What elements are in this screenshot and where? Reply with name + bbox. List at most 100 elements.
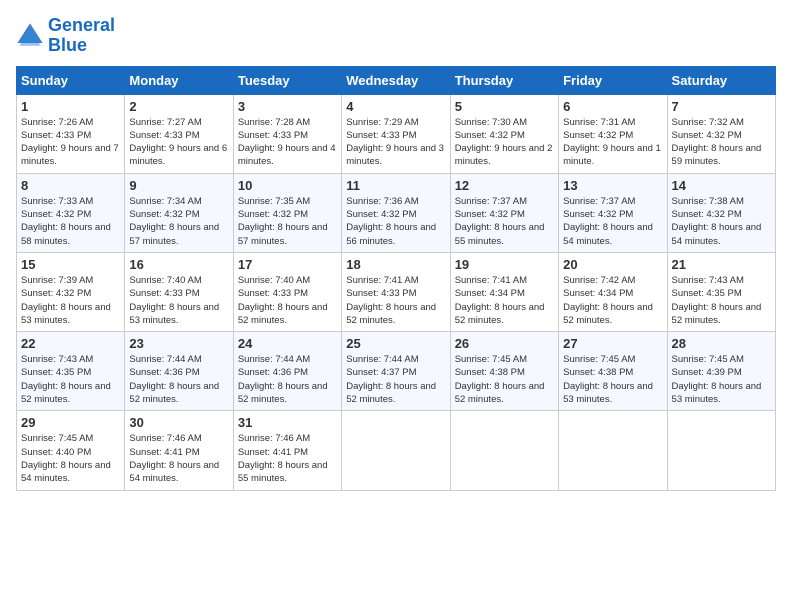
logo-text: General Blue: [48, 16, 115, 56]
day-cell: 4 Sunrise: 7:29 AM Sunset: 4:33 PM Dayli…: [342, 94, 450, 173]
day-number: 30: [129, 415, 228, 430]
day-number: 6: [563, 99, 662, 114]
day-number: 13: [563, 178, 662, 193]
logo: General Blue: [16, 16, 115, 56]
day-cell: 2 Sunrise: 7:27 AM Sunset: 4:33 PM Dayli…: [125, 94, 233, 173]
day-number: 2: [129, 99, 228, 114]
day-info: Sunrise: 7:40 AM Sunset: 4:33 PM Dayligh…: [129, 274, 228, 327]
day-number: 23: [129, 336, 228, 351]
day-number: 3: [238, 99, 337, 114]
day-number: 21: [672, 257, 771, 272]
day-number: 14: [672, 178, 771, 193]
calendar-week-row: 22 Sunrise: 7:43 AM Sunset: 4:35 PM Dayl…: [17, 332, 776, 411]
day-info: Sunrise: 7:37 AM Sunset: 4:32 PM Dayligh…: [563, 195, 662, 248]
calendar-header-row: Sunday Monday Tuesday Wednesday Thursday…: [17, 66, 776, 94]
day-number: 19: [455, 257, 554, 272]
day-info: Sunrise: 7:33 AM Sunset: 4:32 PM Dayligh…: [21, 195, 120, 248]
day-cell: 9 Sunrise: 7:34 AM Sunset: 4:32 PM Dayli…: [125, 173, 233, 252]
day-cell: 11 Sunrise: 7:36 AM Sunset: 4:32 PM Dayl…: [342, 173, 450, 252]
day-number: 9: [129, 178, 228, 193]
day-number: 12: [455, 178, 554, 193]
empty-day-cell: [342, 411, 450, 490]
empty-day-cell: [667, 411, 775, 490]
col-wednesday: Wednesday: [342, 66, 450, 94]
day-cell: 19 Sunrise: 7:41 AM Sunset: 4:34 PM Dayl…: [450, 252, 558, 331]
day-number: 11: [346, 178, 445, 193]
day-info: Sunrise: 7:43 AM Sunset: 4:35 PM Dayligh…: [21, 353, 120, 406]
day-number: 24: [238, 336, 337, 351]
logo-icon: [16, 22, 44, 50]
day-info: Sunrise: 7:45 AM Sunset: 4:38 PM Dayligh…: [563, 353, 662, 406]
day-number: 15: [21, 257, 120, 272]
day-cell: 17 Sunrise: 7:40 AM Sunset: 4:33 PM Dayl…: [233, 252, 341, 331]
day-cell: 10 Sunrise: 7:35 AM Sunset: 4:32 PM Dayl…: [233, 173, 341, 252]
day-number: 4: [346, 99, 445, 114]
col-saturday: Saturday: [667, 66, 775, 94]
day-cell: 23 Sunrise: 7:44 AM Sunset: 4:36 PM Dayl…: [125, 332, 233, 411]
day-cell: 7 Sunrise: 7:32 AM Sunset: 4:32 PM Dayli…: [667, 94, 775, 173]
day-number: 20: [563, 257, 662, 272]
day-info: Sunrise: 7:40 AM Sunset: 4:33 PM Dayligh…: [238, 274, 337, 327]
col-thursday: Thursday: [450, 66, 558, 94]
day-number: 27: [563, 336, 662, 351]
day-number: 5: [455, 99, 554, 114]
day-info: Sunrise: 7:46 AM Sunset: 4:41 PM Dayligh…: [238, 432, 337, 485]
day-info: Sunrise: 7:46 AM Sunset: 4:41 PM Dayligh…: [129, 432, 228, 485]
day-info: Sunrise: 7:45 AM Sunset: 4:40 PM Dayligh…: [21, 432, 120, 485]
day-cell: 29 Sunrise: 7:45 AM Sunset: 4:40 PM Dayl…: [17, 411, 125, 490]
day-info: Sunrise: 7:43 AM Sunset: 4:35 PM Dayligh…: [672, 274, 771, 327]
day-info: Sunrise: 7:44 AM Sunset: 4:36 PM Dayligh…: [129, 353, 228, 406]
day-number: 10: [238, 178, 337, 193]
day-info: Sunrise: 7:35 AM Sunset: 4:32 PM Dayligh…: [238, 195, 337, 248]
day-info: Sunrise: 7:42 AM Sunset: 4:34 PM Dayligh…: [563, 274, 662, 327]
col-friday: Friday: [559, 66, 667, 94]
day-number: 1: [21, 99, 120, 114]
calendar-table: Sunday Monday Tuesday Wednesday Thursday…: [16, 66, 776, 491]
day-info: Sunrise: 7:28 AM Sunset: 4:33 PM Dayligh…: [238, 116, 337, 169]
col-tuesday: Tuesday: [233, 66, 341, 94]
day-info: Sunrise: 7:36 AM Sunset: 4:32 PM Dayligh…: [346, 195, 445, 248]
day-cell: 28 Sunrise: 7:45 AM Sunset: 4:39 PM Dayl…: [667, 332, 775, 411]
day-cell: 18 Sunrise: 7:41 AM Sunset: 4:33 PM Dayl…: [342, 252, 450, 331]
day-info: Sunrise: 7:32 AM Sunset: 4:32 PM Dayligh…: [672, 116, 771, 169]
day-info: Sunrise: 7:41 AM Sunset: 4:34 PM Dayligh…: [455, 274, 554, 327]
day-cell: 21 Sunrise: 7:43 AM Sunset: 4:35 PM Dayl…: [667, 252, 775, 331]
day-cell: 31 Sunrise: 7:46 AM Sunset: 4:41 PM Dayl…: [233, 411, 341, 490]
day-number: 7: [672, 99, 771, 114]
col-monday: Monday: [125, 66, 233, 94]
day-number: 18: [346, 257, 445, 272]
day-cell: 5 Sunrise: 7:30 AM Sunset: 4:32 PM Dayli…: [450, 94, 558, 173]
day-info: Sunrise: 7:29 AM Sunset: 4:33 PM Dayligh…: [346, 116, 445, 169]
day-info: Sunrise: 7:30 AM Sunset: 4:32 PM Dayligh…: [455, 116, 554, 169]
day-info: Sunrise: 7:26 AM Sunset: 4:33 PM Dayligh…: [21, 116, 120, 169]
day-cell: 15 Sunrise: 7:39 AM Sunset: 4:32 PM Dayl…: [17, 252, 125, 331]
day-number: 22: [21, 336, 120, 351]
day-cell: 6 Sunrise: 7:31 AM Sunset: 4:32 PM Dayli…: [559, 94, 667, 173]
calendar-week-row: 29 Sunrise: 7:45 AM Sunset: 4:40 PM Dayl…: [17, 411, 776, 490]
day-number: 31: [238, 415, 337, 430]
day-cell: 22 Sunrise: 7:43 AM Sunset: 4:35 PM Dayl…: [17, 332, 125, 411]
day-cell: 26 Sunrise: 7:45 AM Sunset: 4:38 PM Dayl…: [450, 332, 558, 411]
empty-day-cell: [559, 411, 667, 490]
day-info: Sunrise: 7:39 AM Sunset: 4:32 PM Dayligh…: [21, 274, 120, 327]
day-cell: 24 Sunrise: 7:44 AM Sunset: 4:36 PM Dayl…: [233, 332, 341, 411]
day-info: Sunrise: 7:27 AM Sunset: 4:33 PM Dayligh…: [129, 116, 228, 169]
calendar-week-row: 15 Sunrise: 7:39 AM Sunset: 4:32 PM Dayl…: [17, 252, 776, 331]
page-header: General Blue: [16, 16, 776, 56]
day-number: 16: [129, 257, 228, 272]
day-cell: 8 Sunrise: 7:33 AM Sunset: 4:32 PM Dayli…: [17, 173, 125, 252]
day-number: 26: [455, 336, 554, 351]
day-info: Sunrise: 7:45 AM Sunset: 4:38 PM Dayligh…: [455, 353, 554, 406]
day-cell: 12 Sunrise: 7:37 AM Sunset: 4:32 PM Dayl…: [450, 173, 558, 252]
day-cell: 25 Sunrise: 7:44 AM Sunset: 4:37 PM Dayl…: [342, 332, 450, 411]
col-sunday: Sunday: [17, 66, 125, 94]
day-cell: 14 Sunrise: 7:38 AM Sunset: 4:32 PM Dayl…: [667, 173, 775, 252]
day-cell: 20 Sunrise: 7:42 AM Sunset: 4:34 PM Dayl…: [559, 252, 667, 331]
day-info: Sunrise: 7:45 AM Sunset: 4:39 PM Dayligh…: [672, 353, 771, 406]
day-number: 25: [346, 336, 445, 351]
day-info: Sunrise: 7:44 AM Sunset: 4:37 PM Dayligh…: [346, 353, 445, 406]
day-cell: 27 Sunrise: 7:45 AM Sunset: 4:38 PM Dayl…: [559, 332, 667, 411]
day-number: 17: [238, 257, 337, 272]
day-cell: 30 Sunrise: 7:46 AM Sunset: 4:41 PM Dayl…: [125, 411, 233, 490]
day-number: 29: [21, 415, 120, 430]
